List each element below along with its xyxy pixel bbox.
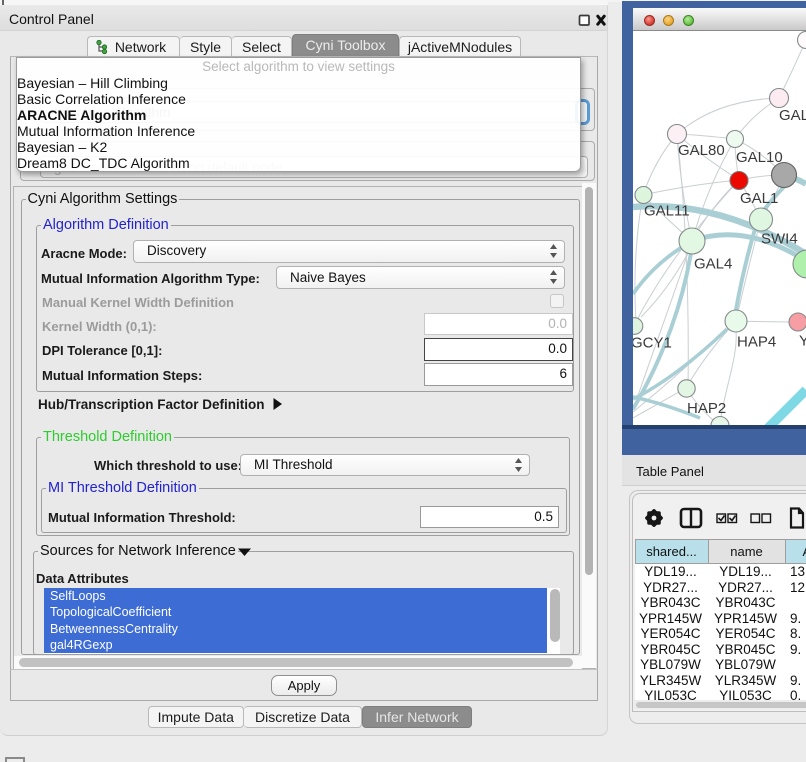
- svg-text:HAP2: HAP2: [687, 400, 726, 417]
- svg-text:GAL1: GAL1: [740, 190, 778, 207]
- svg-text:GAL4: GAL4: [694, 256, 732, 273]
- svg-text:HAP4: HAP4: [737, 334, 776, 351]
- svg-text:GAL10: GAL10: [736, 149, 783, 166]
- svg-text:GCY1: GCY1: [633, 335, 672, 352]
- svg-text:GAL80: GAL80: [678, 142, 725, 159]
- svg-text:Y: Y: [799, 333, 806, 350]
- svg-text:GAL11: GAL11: [644, 203, 690, 220]
- svg-text:GAL7: GAL7: [779, 107, 806, 124]
- svg-text:SWI4: SWI4: [761, 231, 798, 248]
